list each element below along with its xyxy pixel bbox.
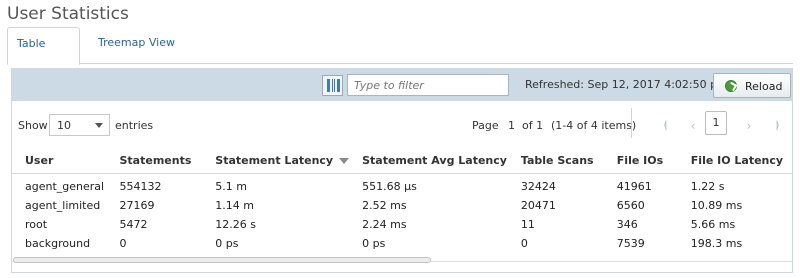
cell-file-io-latency: 5.66 ms xyxy=(690,218,736,231)
cell-user: agent_limited xyxy=(25,199,101,212)
table-row[interactable]: agent_general 554132 5.1 m 551.68 µs 324… xyxy=(12,173,792,196)
column-filter-icon[interactable] xyxy=(322,75,343,96)
cell-file-ios: 6560 xyxy=(616,199,645,212)
cell-file-io-latency: 1.22 s xyxy=(690,179,725,193)
filter-input[interactable] xyxy=(347,74,509,96)
cell-file-ios: 7539 xyxy=(616,237,645,250)
cell-table-scans: 11 xyxy=(520,218,535,231)
chevron-down-icon xyxy=(95,123,103,128)
cell-user: agent_general xyxy=(25,179,105,193)
cell-statement-avg-latency: 551.68 µs xyxy=(362,179,417,193)
column-header-statements[interactable]: Statements xyxy=(106,148,203,174)
pager-divider xyxy=(631,108,632,138)
show-label: Show xyxy=(18,119,48,132)
tab-table-view[interactable]: Table View xyxy=(7,27,80,81)
cell-statement-avg-latency: 2.24 ms xyxy=(362,218,407,231)
cell-statements: 5472 xyxy=(119,218,148,231)
sort-descending-icon xyxy=(339,157,350,164)
cell-statements: 0 xyxy=(119,237,127,250)
column-header-statement-latency[interactable]: Statement Latency xyxy=(202,148,350,174)
stats-table-wrapper: User Statements Statement Latency Statem… xyxy=(12,148,792,253)
cell-user: root xyxy=(25,218,48,231)
cell-user: background xyxy=(25,237,91,250)
column-header-statement-avg-latency[interactable]: Statement Avg Latency xyxy=(349,148,508,174)
page-word: Page xyxy=(472,119,499,132)
table-row[interactable]: agent_limited 27169 1.14 m 2.52 ms 20471… xyxy=(12,196,792,215)
prev-page-icon[interactable]: ‹ xyxy=(682,116,704,138)
stats-table: User Statements Statement Latency Statem… xyxy=(12,148,792,253)
page-current: 1 xyxy=(508,119,515,132)
table-row[interactable]: background 0 0 ps 0 ps 0 7539 198.3 ms xyxy=(12,234,792,253)
cell-statement-avg-latency: 2.52 ms xyxy=(362,199,407,212)
entries-label: entries xyxy=(115,119,154,132)
cell-statement-latency: 12.26 s xyxy=(215,218,256,231)
cell-table-scans: 32424 xyxy=(520,179,556,193)
toolbar: Refreshed: Sep 12, 2017 4:02:50 pm Reloa… xyxy=(12,69,792,101)
cell-statement-avg-latency: 0 ps xyxy=(362,237,386,250)
next-page-icon[interactable]: › xyxy=(738,116,760,138)
column-header-user[interactable]: User xyxy=(12,148,107,174)
entries-select-value: 10 xyxy=(57,119,71,132)
cell-table-scans: 0 xyxy=(520,237,528,250)
view-tabs: Table View Treemap View xyxy=(7,27,793,81)
page-of-total: of 1 xyxy=(522,119,544,132)
first-page-icon[interactable]: ⟨| xyxy=(653,116,675,138)
tab-treemap-view[interactable]: Treemap View xyxy=(89,27,184,64)
cell-file-ios: 41961 xyxy=(616,179,652,193)
cell-file-io-latency: 10.89 ms xyxy=(690,199,743,212)
column-header-file-ios[interactable]: File IOs xyxy=(603,148,678,174)
current-page-box[interactable]: 1 xyxy=(705,111,727,135)
page-items-count: (1-4 of 4 items) xyxy=(551,119,637,132)
cell-file-ios: 346 xyxy=(616,218,638,231)
cell-file-io-latency: 198.3 ms xyxy=(690,237,743,250)
column-header-table-scans[interactable]: Table Scans xyxy=(507,148,604,174)
cell-statements: 27169 xyxy=(119,199,155,212)
last-page-icon[interactable]: |⟩ xyxy=(765,116,787,138)
refresh-icon xyxy=(725,80,737,92)
cell-statement-latency: 0 ps xyxy=(215,237,239,250)
cell-table-scans: 20471 xyxy=(520,199,556,212)
table-header-row: User Statements Statement Latency Statem… xyxy=(12,148,792,174)
refreshed-timestamp: Refreshed: Sep 12, 2017 4:02:50 pm xyxy=(525,78,728,91)
statistics-panel: Refreshed: Sep 12, 2017 4:02:50 pm Reloa… xyxy=(11,68,793,273)
column-header-file-io-latency[interactable]: File IO Latency xyxy=(677,148,792,174)
entries-per-page-select[interactable]: 10 xyxy=(49,114,110,136)
horizontal-scrollbar[interactable] xyxy=(13,257,431,263)
cell-statement-latency: 1.14 m xyxy=(215,199,254,212)
page-title: User Statistics xyxy=(7,4,129,24)
reload-label: Reload xyxy=(745,80,783,93)
cell-statement-latency: 5.1 m xyxy=(215,179,247,193)
cell-statements: 554132 xyxy=(119,179,162,193)
reload-button[interactable]: Reload xyxy=(713,73,791,98)
table-row[interactable]: root 5472 12.26 s 2.24 ms 11 346 5.66 ms xyxy=(12,215,792,234)
